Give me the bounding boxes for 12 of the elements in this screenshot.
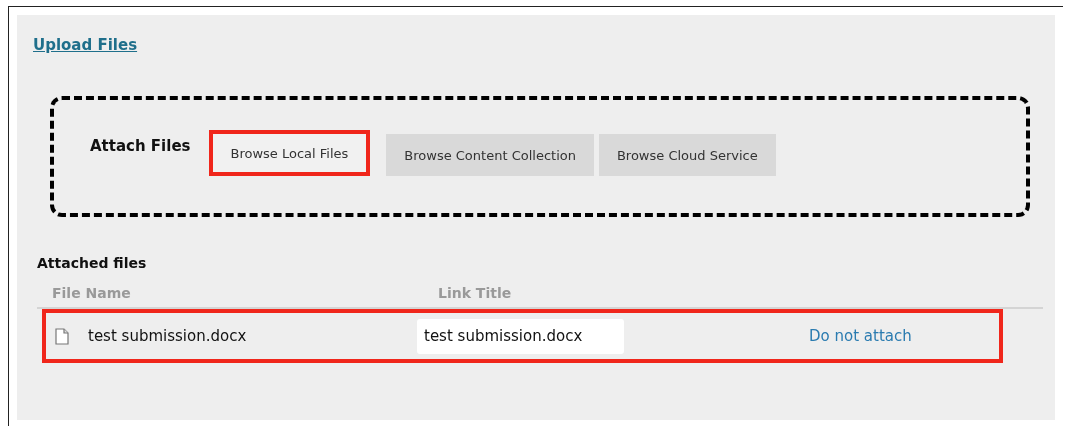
column-header: File Name: [52, 285, 132, 301]
upload-files-link[interactable]: Upload Files: [33, 36, 138, 54]
attach-files-label: Attach Files: [90, 137, 191, 155]
document-icon: [55, 327, 69, 345]
column-header: Link Title: [438, 285, 513, 301]
section-title: Attached files: [37, 255, 148, 271]
do-not-attach-link[interactable]: Do not attach: [809, 327, 912, 345]
browse-button[interactable]: Browse Content Collection: [386, 134, 594, 176]
browse-button[interactable]: Browse Local Files: [208, 130, 371, 176]
browse-button[interactable]: Browse Cloud Service: [598, 134, 776, 176]
link-title-field[interactable]: test submission.docx: [417, 318, 624, 354]
file-name: test submission.docx: [88, 327, 248, 345]
